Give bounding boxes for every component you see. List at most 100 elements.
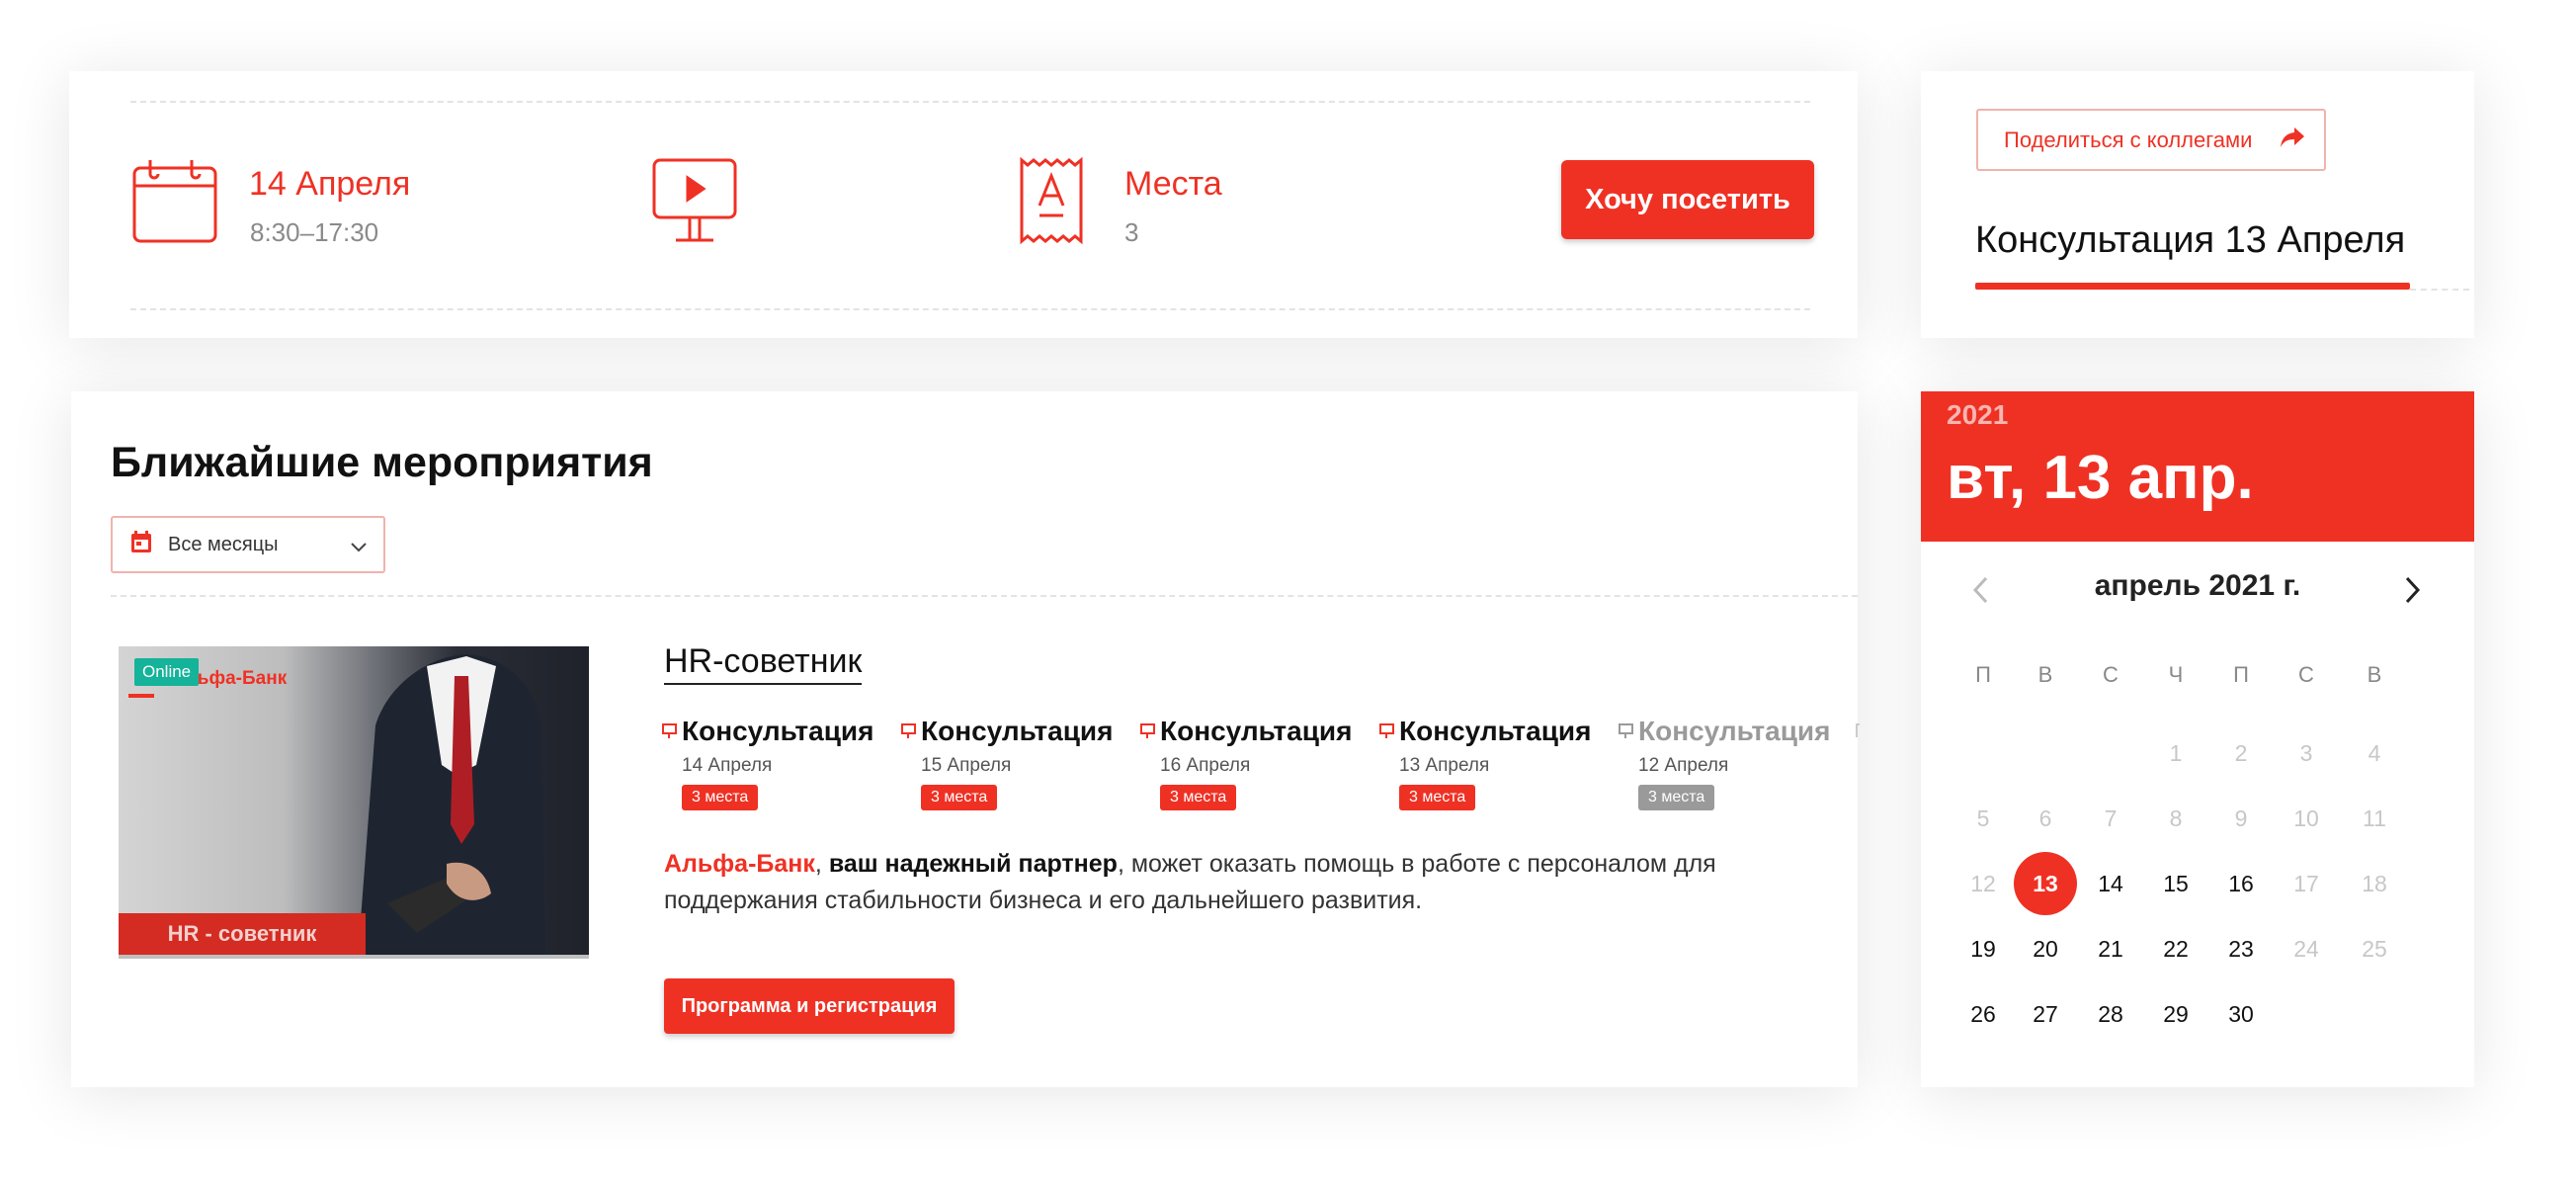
calendar-day[interactable]: 21 bbox=[2079, 917, 2142, 980]
program-registration-button[interactable]: Программа и регистрация bbox=[664, 978, 955, 1034]
calendar-day: 3 bbox=[2299, 739, 2313, 766]
calendar-day: 9 bbox=[2234, 805, 2248, 831]
calendar-day: 8 bbox=[2169, 805, 2183, 831]
calendar-header: 2021 вт, 13 апр. bbox=[1921, 391, 2474, 542]
calendar-day: 10 bbox=[2293, 805, 2319, 831]
description-highlight: ваш надежный партнер bbox=[828, 850, 1118, 878]
share-button-label: Поделиться с коллегами bbox=[2004, 127, 2253, 152]
chevron-right-icon[interactable] bbox=[2401, 575, 2423, 610]
seats-badge: 3 места bbox=[1638, 785, 1715, 810]
calendar-day[interactable]: 23 bbox=[2209, 917, 2273, 980]
description-comma: , bbox=[814, 850, 829, 878]
flag-icon bbox=[1140, 723, 1156, 744]
consultation-title: Консультация bbox=[682, 716, 874, 746]
calendar-month-label: апрель 2021 г. bbox=[2094, 569, 2301, 602]
calendar-day[interactable]: 30 bbox=[2209, 982, 2273, 1046]
seats-badge: 3 места bbox=[1160, 785, 1237, 810]
calendar-day: 2 bbox=[2234, 739, 2248, 766]
date-picker: 2021 вт, 13 апр. апрель 2021 г. ПВСЧПСВ … bbox=[1921, 391, 2474, 1087]
want-to-visit-button[interactable]: Хочу посетить bbox=[1561, 160, 1814, 239]
chevron-down-icon bbox=[350, 537, 368, 559]
calendar-selected-date: вт, 13 апр. bbox=[1947, 444, 2254, 512]
seats-label: Места bbox=[1124, 165, 1222, 203]
section-title: Ближайшие мероприятия bbox=[111, 439, 653, 486]
event-name-link[interactable]: HR-советник bbox=[664, 642, 863, 685]
calendar-day: 17 bbox=[2293, 870, 2319, 896]
weekday-label: Ч bbox=[2168, 662, 2184, 687]
calendar-day[interactable]: 29 bbox=[2144, 982, 2207, 1046]
ticket-icon bbox=[1018, 156, 1087, 250]
calendar-day: 1 bbox=[2169, 739, 2183, 766]
month-filter-value: Все месяцы bbox=[168, 533, 279, 555]
title-underline bbox=[1975, 283, 2410, 290]
calendar-day[interactable]: 26 bbox=[1952, 982, 2015, 1046]
share-arrow-icon bbox=[2280, 127, 2305, 154]
flag-icon bbox=[662, 723, 678, 744]
calendar-day: 12 bbox=[1970, 870, 1996, 896]
consultation-title: Консультация bbox=[921, 716, 1114, 746]
event-date: 14 Апреля bbox=[249, 165, 411, 203]
weekday-label: П bbox=[2233, 662, 2249, 687]
monitor-play-icon bbox=[650, 156, 739, 250]
weekday-label: С bbox=[2103, 662, 2119, 687]
calendar-day: 18 bbox=[2362, 870, 2387, 896]
divider bbox=[2410, 289, 2469, 291]
calendar-icon bbox=[130, 156, 219, 250]
consultation-date: 12 Апреля bbox=[1638, 755, 1729, 776]
calendar-day: 4 bbox=[2368, 739, 2381, 766]
calendar-day[interactable]: 27 bbox=[2014, 982, 2077, 1046]
image-banner: HR - советник bbox=[119, 913, 366, 955]
event-thumbnail[interactable]: Альфа-Банк Online HR - советник bbox=[119, 646, 589, 959]
month-filter-select[interactable]: Все месяцы bbox=[111, 516, 385, 573]
calendar-day: 24 bbox=[2293, 935, 2319, 962]
person-figure bbox=[348, 646, 545, 955]
share-card: Поделиться с коллегами Консультация 13 А… bbox=[1921, 71, 2474, 338]
weekday-label: П bbox=[1975, 662, 1991, 687]
calendar-day: 5 bbox=[1976, 805, 1990, 831]
consultation-title: Консультация bbox=[1160, 716, 1353, 746]
upcoming-events-card: Ближайшие мероприятия Все месяцы Альфа-Б… bbox=[71, 391, 1860, 1087]
calendar-small-icon bbox=[130, 530, 152, 559]
flag-icon bbox=[901, 723, 917, 744]
consultation-date: 14 Апреля bbox=[682, 755, 773, 776]
brand-name: Альфа-Банк bbox=[664, 850, 815, 878]
flag-icon bbox=[1619, 723, 1634, 744]
calendar-day: 7 bbox=[2104, 805, 2118, 831]
calendar-day: 11 bbox=[2363, 805, 2386, 831]
calendar-day[interactable]: 15 bbox=[2144, 852, 2207, 915]
weekday-label: С bbox=[2298, 662, 2314, 687]
seats-badge: 3 места bbox=[921, 785, 998, 810]
calendar-day[interactable]: 14 bbox=[2079, 852, 2142, 915]
calendar-day[interactable]: 22 bbox=[2144, 917, 2207, 980]
weekday-label: В bbox=[2367, 662, 2382, 687]
calendar-day-selected[interactable]: 13 bbox=[2014, 852, 2077, 915]
calendar-day: 6 bbox=[2038, 805, 2052, 831]
seats-count: 3 bbox=[1124, 217, 1139, 247]
consultation-title: Консультация bbox=[1399, 716, 1592, 746]
divider bbox=[130, 308, 1810, 310]
calendar-year[interactable]: 2021 bbox=[1947, 399, 2008, 431]
divider bbox=[111, 595, 1858, 597]
divider bbox=[130, 101, 1810, 103]
event-time: 8:30–17:30 bbox=[250, 217, 379, 247]
event-description: Альфа-Банк, ваш надежный партнер, может … bbox=[664, 846, 1850, 919]
seats-badge: 3 места bbox=[682, 785, 759, 810]
calendar-day[interactable]: 28 bbox=[2079, 982, 2142, 1046]
consultation-title: Консультация 13 Апреля bbox=[1975, 219, 2406, 261]
consultation-date: 15 Апреля bbox=[921, 755, 1012, 776]
seats-badge: 3 места bbox=[1399, 785, 1476, 810]
online-badge: Online bbox=[134, 658, 200, 686]
consultation-title: Консультация bbox=[1638, 716, 1831, 746]
flag-icon bbox=[1856, 723, 1860, 737]
logo-underline bbox=[128, 694, 154, 698]
consultation-date: 13 Апреля bbox=[1399, 755, 1490, 776]
flag-icon bbox=[1379, 723, 1395, 744]
calendar-day[interactable]: 20 bbox=[2014, 917, 2077, 980]
weekday-label: В bbox=[2037, 662, 2053, 687]
event-info-card: 14 Апреля 8:30–17:30 Места 3 Хочу посети… bbox=[69, 71, 1858, 338]
calendar-day[interactable]: 16 bbox=[2209, 852, 2273, 915]
calendar-day[interactable]: 19 bbox=[1952, 917, 2015, 980]
calendar-day: 25 bbox=[2362, 935, 2387, 962]
share-with-colleagues-button[interactable]: Поделиться с коллегами bbox=[1976, 109, 2326, 171]
consultation-date: 16 Апреля bbox=[1160, 755, 1251, 776]
